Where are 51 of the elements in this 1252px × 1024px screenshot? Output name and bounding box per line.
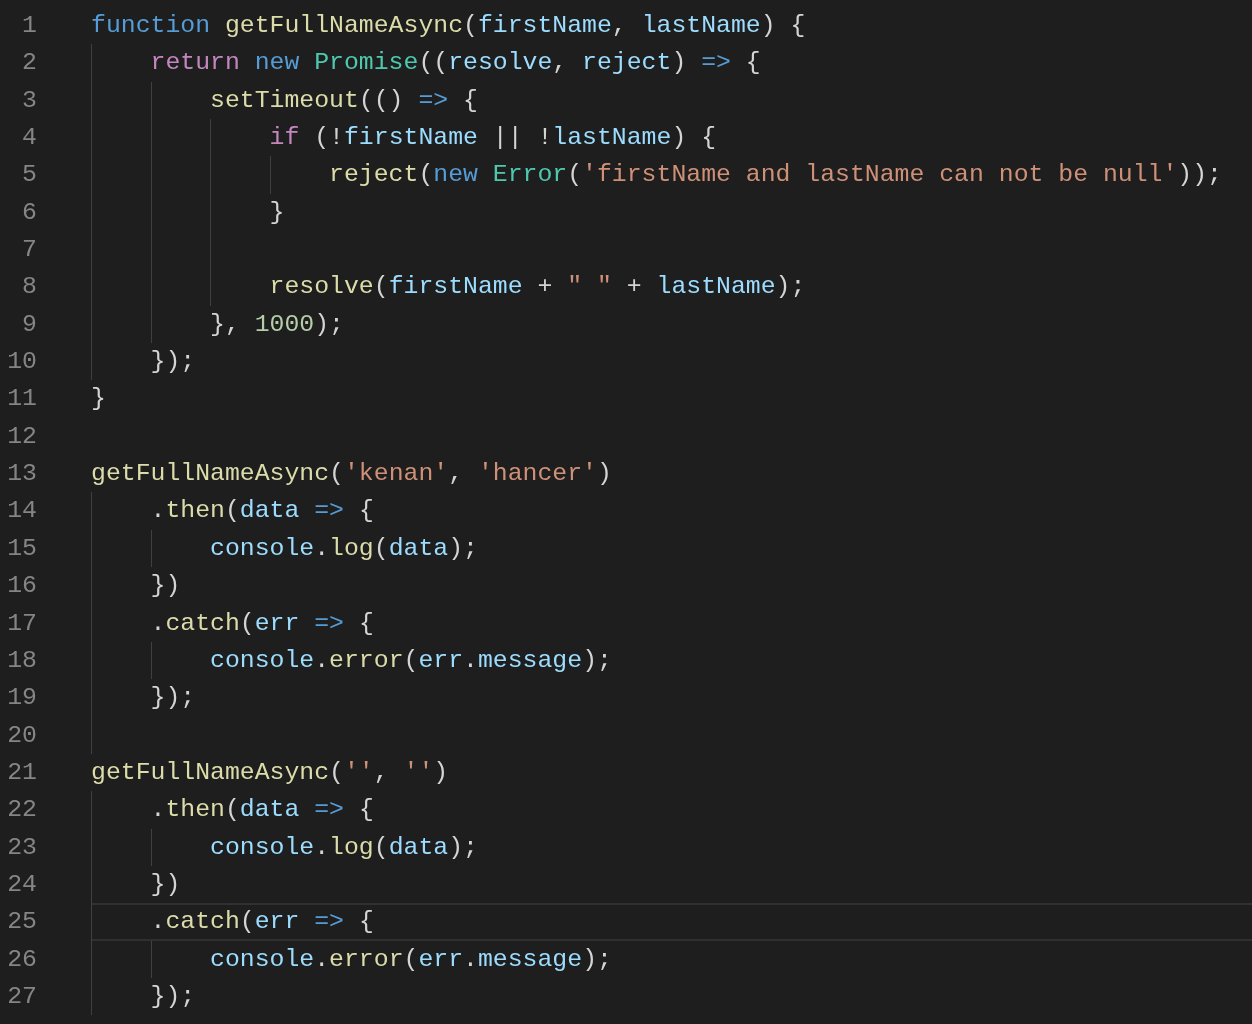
line-number: 4 — [21, 122, 37, 154]
line-number: 15 — [6, 532, 37, 564]
code-line: .then(data => { — [149, 495, 374, 527]
line-number: 16 — [6, 570, 37, 602]
line-number: 6 — [21, 196, 37, 228]
code-line: }); — [149, 980, 196, 1012]
line-number: 2 — [21, 47, 37, 79]
line-number: 11 — [6, 383, 37, 415]
line-number: 9 — [21, 308, 37, 340]
line-number: 1 — [21, 10, 37, 41]
code-line: getFullNameAsync('kenan', 'hancer') — [91, 458, 612, 490]
line-number: 26 — [6, 943, 37, 975]
line-number: 14 — [6, 495, 37, 527]
code-line: }); — [149, 346, 196, 378]
code-line: } — [91, 383, 106, 415]
code-line: }); — [149, 682, 196, 714]
code-line: resolve(firstName + " " + lastName); — [268, 271, 806, 303]
line-number: 20 — [6, 719, 37, 751]
code-line: console.log(data); — [209, 831, 478, 863]
code-line: console.error(err.message); — [209, 644, 612, 676]
line-number: 13 — [6, 458, 37, 490]
line-number: 5 — [21, 159, 37, 191]
line-number: 22 — [6, 794, 37, 826]
code-line: reject(new Error('firstName and lastName can not be null')); — [328, 159, 1222, 191]
line-number: 18 — [6, 644, 37, 676]
code-line: .catch(err => { — [149, 906, 374, 938]
code-line: }) — [149, 570, 181, 602]
line-number: 10 — [6, 346, 37, 378]
code-line: return new Promise((resolve, reject) => { — [149, 47, 761, 79]
code-line: if (!firstName || !lastName) { — [268, 122, 717, 154]
code-line: console.log(data); — [209, 532, 478, 564]
code-line: console.error(err.message); — [209, 943, 612, 975]
code-line: function getFullNameAsync(firstName, lastName) { — [91, 10, 806, 41]
line-number: 19 — [6, 682, 37, 714]
line-number: 25 — [6, 906, 37, 938]
line-number: 21 — [6, 756, 37, 788]
code-line: setTimeout(() => { — [209, 84, 478, 116]
line-number: 8 — [21, 271, 37, 303]
line-number: 17 — [6, 607, 37, 639]
line-number: 12 — [6, 420, 37, 452]
code-line: .then(data => { — [149, 794, 374, 826]
code-line: }, 1000); — [209, 308, 344, 340]
code-line: getFullNameAsync('', '') — [91, 756, 449, 788]
line-number: 23 — [6, 831, 37, 863]
line-number: 27 — [6, 980, 37, 1012]
code-line: } — [268, 196, 285, 228]
line-number: 24 — [6, 868, 37, 900]
code-line: }) — [149, 868, 181, 900]
line-number: 3 — [21, 84, 37, 116]
line-number: 7 — [21, 234, 37, 266]
code-line: .catch(err => { — [149, 607, 374, 639]
